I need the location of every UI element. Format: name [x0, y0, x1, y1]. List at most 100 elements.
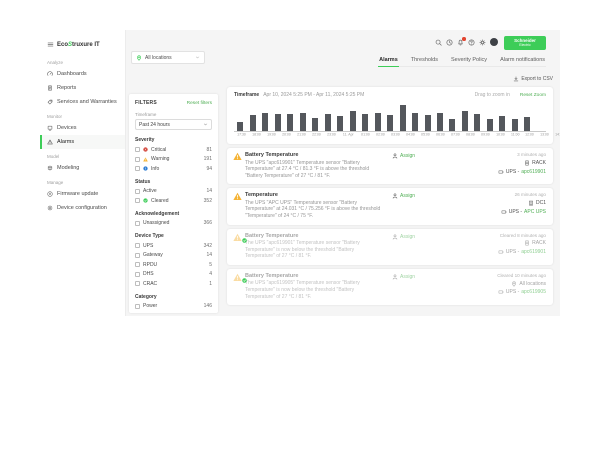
checkbox[interactable]: [135, 166, 140, 171]
user-avatar[interactable]: [490, 38, 498, 46]
tab-severity-policy[interactable]: Severity Policy: [450, 57, 488, 66]
checkbox[interactable]: [135, 253, 140, 258]
alarm-device[interactable]: UPS - APC UPS: [501, 209, 546, 215]
filter-option-gateway[interactable]: Gateway14: [135, 252, 212, 258]
checkbox[interactable]: [135, 221, 140, 226]
histogram-bar[interactable]: [312, 118, 318, 131]
sidebar-item-device-configuration[interactable]: Device configuration: [40, 201, 125, 215]
filter-option-warning[interactable]: Warning191: [135, 156, 212, 162]
history-icon[interactable]: [446, 39, 453, 46]
histogram-bar[interactable]: [262, 113, 268, 132]
reset-zoom-link[interactable]: Reset Zoom: [520, 93, 546, 98]
export-to-csv-button[interactable]: Export to CSV: [513, 76, 553, 82]
checkbox[interactable]: [135, 243, 140, 248]
filter-option-dhs[interactable]: DHS4: [135, 271, 212, 277]
alarm-card[interactable]: Battery TemperatureThe UPS "apc619905" T…: [227, 269, 553, 305]
checkbox[interactable]: [135, 157, 140, 162]
checkbox[interactable]: [135, 281, 140, 286]
location-selector[interactable]: All locations: [131, 51, 205, 64]
histogram-bar[interactable]: [300, 113, 306, 132]
checkbox[interactable]: [135, 198, 140, 203]
alarm-location[interactable]: DC1: [528, 200, 546, 206]
filter-option-ups[interactable]: UPS342: [135, 243, 212, 249]
alarm-card[interactable]: Battery TemperatureThe UPS "apc619901" T…: [227, 148, 553, 184]
histogram-bar[interactable]: [375, 113, 381, 132]
filter-option-power[interactable]: Power146: [135, 303, 212, 309]
histogram-bar[interactable]: [287, 114, 293, 131]
filter-option-crac[interactable]: CRAC1: [135, 281, 212, 287]
histogram-bar[interactable]: [387, 115, 393, 131]
tab-thresholds[interactable]: Thresholds: [410, 57, 439, 66]
assign-button[interactable]: Assign: [392, 233, 450, 260]
bell-icon[interactable]: [457, 39, 464, 46]
checkbox[interactable]: [135, 189, 140, 194]
sidebar-item-modeling[interactable]: Modeling: [40, 161, 125, 175]
filter-option-cleared[interactable]: Cleared352: [135, 198, 212, 204]
tab-alarm-notifications[interactable]: Alarm notifications: [499, 57, 546, 66]
histogram-bar[interactable]: [400, 105, 406, 131]
checkbox[interactable]: [135, 147, 140, 152]
filter-group-label-device-type: Device Type: [135, 233, 212, 239]
sidebar-item-firmware-update[interactable]: Firmware update: [40, 187, 125, 201]
alarm-card[interactable]: Battery TemperatureThe UPS "apc619901" T…: [227, 229, 553, 265]
alarm-location[interactable]: RACK: [524, 160, 546, 166]
help-icon[interactable]: [468, 39, 475, 46]
timeframe-select[interactable]: Past 24 hours: [135, 119, 212, 130]
search-icon[interactable]: [435, 39, 442, 46]
tab-alarms[interactable]: Alarms: [378, 57, 399, 67]
alarm-location[interactable]: RACK: [524, 240, 546, 246]
histogram-bar[interactable]: [275, 114, 281, 131]
filter-option-rpdu[interactable]: RPDU5: [135, 262, 212, 268]
alarm-card[interactable]: TemperatureThe UPS "APC UPS" Temperature…: [227, 188, 553, 224]
app-brand: EcoStruxure IT: [57, 42, 100, 48]
histogram-bar-cell: [521, 117, 533, 131]
device-link[interactable]: apc619905: [521, 289, 546, 295]
histogram-bar[interactable]: [237, 122, 243, 132]
filter-option-info[interactable]: Info94: [135, 166, 212, 172]
filter-option-critical[interactable]: Critical81: [135, 147, 212, 153]
alarm-location[interactable]: All locations: [511, 281, 546, 287]
histogram-bar[interactable]: [462, 111, 468, 131]
alarm-histogram[interactable]: [234, 103, 546, 132]
histogram-bar[interactable]: [250, 115, 256, 131]
schneider-electric-logo[interactable]: Schneider Electric: [504, 36, 546, 50]
alarm-device[interactable]: UPS - apc619905: [498, 289, 546, 295]
hamburger-menu-icon[interactable]: [47, 41, 54, 48]
histogram-bar[interactable]: [412, 113, 418, 131]
filter-option-unassigned[interactable]: Unassigned366: [135, 220, 212, 226]
checkbox[interactable]: [135, 262, 140, 267]
assign-button[interactable]: Assign: [392, 273, 450, 300]
checkbox[interactable]: [135, 304, 140, 309]
histogram-bar[interactable]: [425, 115, 431, 131]
filter-option-active[interactable]: Active14: [135, 188, 212, 194]
reset-filters-link[interactable]: Reset filters: [187, 101, 212, 106]
sidebar-item-dashboards[interactable]: Dashboards: [40, 67, 125, 81]
device-link[interactable]: apc619901: [521, 249, 546, 255]
sidebar-item-label: Alarms: [57, 139, 74, 145]
device-link[interactable]: apc619901: [521, 169, 546, 175]
gear-icon[interactable]: [479, 39, 486, 46]
histogram-bar[interactable]: [449, 119, 455, 131]
assign-button[interactable]: Assign: [392, 152, 450, 179]
sidebar-item-services-and-warranties[interactable]: Services and Warranties: [40, 95, 125, 109]
histogram-bar[interactable]: [524, 117, 530, 131]
alarm-title: Battery Temperature: [245, 233, 392, 239]
assign-button[interactable]: Assign: [392, 192, 450, 219]
histogram-bar[interactable]: [350, 111, 356, 131]
histogram-bar[interactable]: [499, 116, 505, 131]
alarm-device[interactable]: UPS - apc619901: [498, 249, 546, 255]
histogram-bar[interactable]: [437, 113, 443, 132]
device-link[interactable]: APC UPS: [524, 209, 546, 215]
x-axis-label-cell: 07:00: [448, 133, 463, 139]
histogram-bar[interactable]: [325, 114, 331, 131]
sidebar-item-alarms[interactable]: Alarms: [40, 135, 125, 149]
histogram-bar[interactable]: [487, 119, 493, 131]
histogram-bar[interactable]: [337, 116, 343, 131]
histogram-bar[interactable]: [512, 119, 518, 131]
alarm-device[interactable]: UPS - apc619901: [498, 169, 546, 175]
sidebar-item-reports[interactable]: Reports: [40, 81, 125, 95]
checkbox[interactable]: [135, 272, 140, 277]
sidebar-item-devices[interactable]: Devices: [40, 121, 125, 135]
histogram-bar[interactable]: [362, 114, 368, 131]
histogram-bar[interactable]: [474, 114, 480, 131]
